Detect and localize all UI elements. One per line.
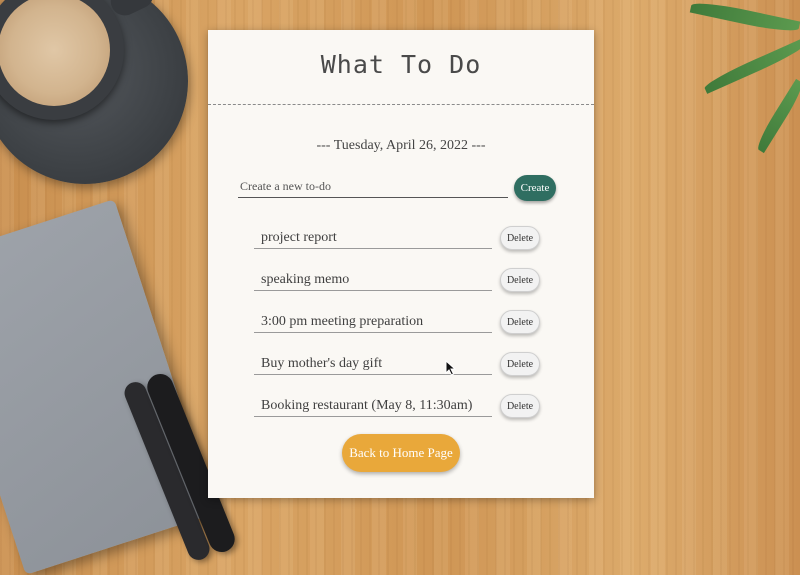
- delete-button[interactable]: Delete: [500, 268, 540, 292]
- dashed-divider: [208, 104, 594, 105]
- back-to-home-button[interactable]: Back to Home Page: [342, 434, 460, 472]
- todo-card: What To Do --- Tuesday, April 26, 2022 -…: [208, 30, 594, 498]
- todo-text: 3:00 pm meeting preparation: [254, 312, 492, 333]
- plant-leaf: [689, 0, 800, 36]
- coffee-saucer: [0, 0, 188, 184]
- todo-text: speaking memo: [254, 270, 492, 291]
- delete-button[interactable]: Delete: [500, 310, 540, 334]
- todo-item: 3:00 pm meeting preparation Delete: [254, 308, 554, 350]
- todo-text: project report: [254, 228, 492, 249]
- new-todo-input[interactable]: [238, 175, 508, 198]
- delete-button[interactable]: Delete: [500, 352, 540, 376]
- mouse-pointer-icon: [445, 360, 457, 376]
- page-title: What To Do: [320, 50, 482, 79]
- todo-item: speaking memo Delete: [254, 266, 554, 308]
- coffee: [0, 0, 110, 106]
- date-line: --- Tuesday, April 26, 2022 ---: [316, 138, 486, 153]
- todo-item: Booking restaurant (May 8, 11:30am) Dele…: [254, 392, 554, 434]
- create-button[interactable]: Create: [514, 175, 556, 201]
- delete-button[interactable]: Delete: [500, 394, 540, 418]
- todo-list: project report Delete speaking memo Dele…: [254, 224, 554, 434]
- todo-item: project report Delete: [254, 224, 554, 266]
- todo-item: Buy mother's day gift Delete: [254, 350, 554, 392]
- delete-button[interactable]: Delete: [500, 226, 540, 250]
- plant-leaf: [753, 78, 800, 154]
- todo-text: Booking restaurant (May 8, 11:30am): [254, 396, 492, 417]
- coffee-cup: [0, 0, 124, 120]
- plant-leaf: [702, 38, 800, 94]
